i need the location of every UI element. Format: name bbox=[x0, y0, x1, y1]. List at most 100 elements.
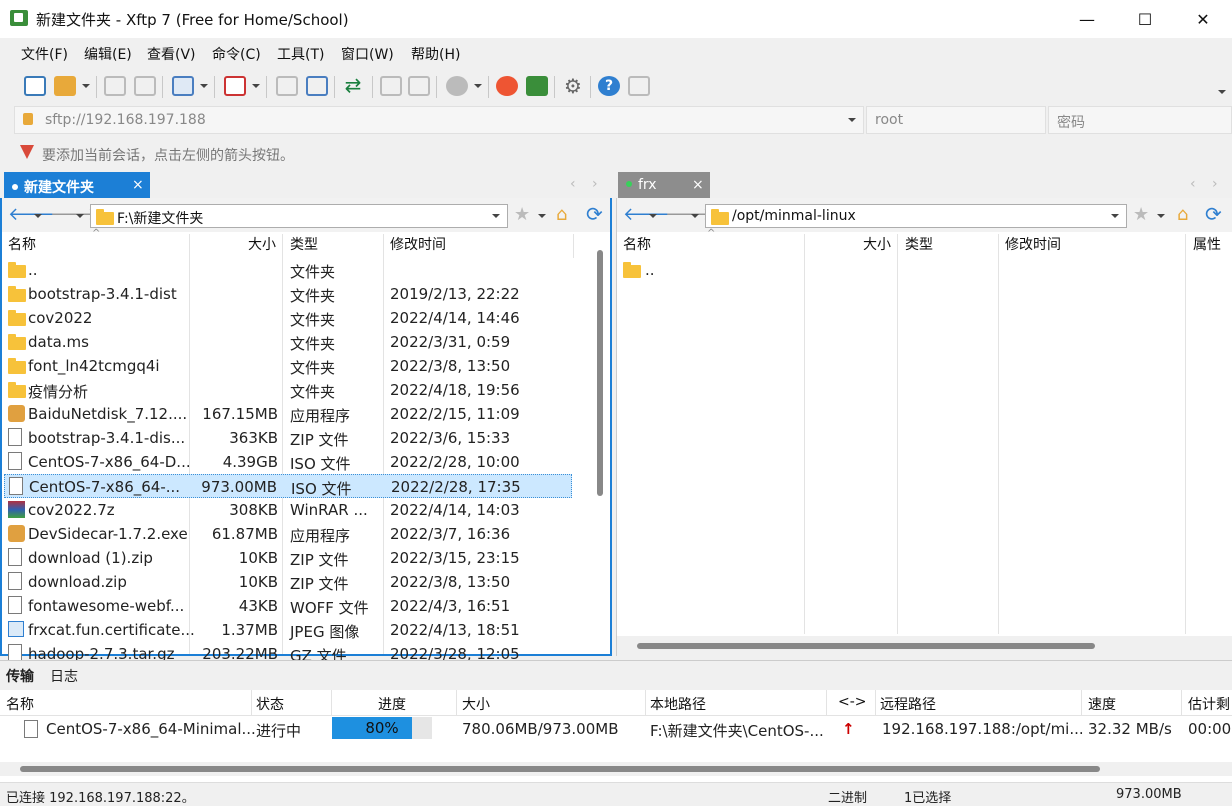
table-row[interactable]: DevSidecar-1.7.2.exe 61.87MB 应用程序 2022/3/7,… bbox=[4, 522, 572, 546]
maximize-button[interactable]: ☐ bbox=[1116, 0, 1174, 38]
menu-file[interactable]: 文件(F) bbox=[21, 44, 68, 64]
table-row[interactable]: cov2022.7z 308KB WinRAR ... 2022/4/14, 14:0… bbox=[4, 498, 572, 522]
col-status[interactable]: 状态 bbox=[256, 694, 284, 714]
scroll-thumb[interactable] bbox=[637, 643, 1095, 649]
terminal-icon[interactable] bbox=[224, 76, 246, 96]
minimize-button[interactable]: — bbox=[1058, 0, 1116, 38]
table-row[interactable]: data.ms 文件夹 2022/3/31, 0:59 bbox=[4, 330, 572, 354]
star-icon[interactable]: ★ bbox=[1133, 204, 1149, 225]
transfer-icon[interactable] bbox=[306, 76, 328, 96]
col-direction[interactable]: <-> bbox=[838, 694, 867, 710]
tab-close-icon[interactable]: × bbox=[692, 177, 704, 193]
col-size[interactable]: 大小 bbox=[248, 234, 276, 258]
menu-edit[interactable]: 编辑(E) bbox=[84, 44, 132, 64]
col-size[interactable]: 大小 bbox=[462, 694, 490, 714]
tab-prev-icon[interactable]: ‹ bbox=[570, 176, 576, 192]
table-row[interactable]: bootstrap-3.4.1-dist 文件夹 2019/2/13, 22:22 bbox=[4, 282, 572, 306]
close-button[interactable]: ✕ bbox=[1174, 0, 1232, 38]
chevron-down-icon[interactable] bbox=[474, 84, 482, 88]
xshell-icon[interactable] bbox=[496, 76, 518, 96]
local-path-input[interactable]: F:\新建文件夹 bbox=[90, 204, 508, 228]
chevron-down-icon[interactable] bbox=[252, 84, 260, 88]
disconnect-icon[interactable] bbox=[134, 76, 156, 96]
sync-arrows-icon[interactable]: ⇄ bbox=[342, 75, 364, 96]
xftp-icon[interactable] bbox=[526, 76, 548, 96]
paste-icon[interactable] bbox=[408, 76, 430, 96]
chevron-down-icon[interactable] bbox=[200, 84, 208, 88]
chevron-down-icon[interactable] bbox=[538, 214, 546, 218]
new-file-icon[interactable] bbox=[276, 76, 298, 96]
home-icon[interactable]: ⌂ bbox=[556, 204, 567, 225]
table-row[interactable]: frxcat.fun.certificate... 1.37MB JPEG 图像 20… bbox=[4, 618, 572, 642]
table-row[interactable]: bootstrap-3.4.1-dis... 363KB ZIP 文件 2022/3/… bbox=[4, 426, 572, 450]
scroll-thumb[interactable] bbox=[20, 766, 1100, 772]
home-icon[interactable]: ⌂ bbox=[1177, 204, 1188, 225]
col-modified[interactable]: 修改时间 bbox=[390, 234, 446, 258]
remote-path-input[interactable]: /opt/minmal-linux bbox=[705, 204, 1127, 228]
bookmark-arrow-icon[interactable] bbox=[20, 145, 34, 159]
tab-next-icon[interactable]: › bbox=[1212, 176, 1218, 192]
list-item[interactable]: .. bbox=[619, 258, 799, 282]
chevron-down-icon[interactable] bbox=[82, 84, 90, 88]
transfer-hscrollbar[interactable] bbox=[0, 762, 1232, 776]
globe-icon[interactable] bbox=[446, 76, 468, 96]
local-scrollbar[interactable] bbox=[592, 234, 608, 654]
col-speed[interactable]: 速度 bbox=[1088, 694, 1116, 714]
gear-icon[interactable]: ⚙ bbox=[562, 76, 584, 96]
table-row[interactable]: 疫情分析 文件夹 2022/4/18, 19:56 bbox=[4, 378, 572, 402]
menu-command[interactable]: 命令(C) bbox=[212, 44, 261, 64]
chevron-down-icon[interactable] bbox=[649, 214, 657, 218]
host-input[interactable]: sftp://192.168.197.188 bbox=[14, 106, 864, 134]
copy-icon[interactable] bbox=[380, 76, 402, 96]
chevron-down-icon[interactable] bbox=[691, 214, 699, 218]
menu-tools[interactable]: 工具(T) bbox=[277, 44, 324, 64]
chevron-down-icon[interactable] bbox=[1157, 214, 1165, 218]
col-eta[interactable]: 估计剩 bbox=[1188, 694, 1230, 714]
tab-local[interactable]: 新建文件夹 × bbox=[4, 172, 150, 199]
menu-help[interactable]: 帮助(H) bbox=[411, 44, 460, 64]
chevron-down-icon[interactable] bbox=[492, 214, 500, 218]
chevron-down-icon[interactable] bbox=[34, 214, 42, 218]
table-row[interactable]: .. 文件夹 bbox=[4, 258, 572, 282]
table-row[interactable]: download (1).zip 10KB ZIP 文件 2022/3/15, 23:… bbox=[4, 546, 572, 570]
refresh-icon[interactable]: ⟳ bbox=[586, 202, 603, 226]
col-type[interactable]: 类型 bbox=[290, 234, 318, 258]
table-row[interactable]: CentOS-7-x86_64-D... 4.39GB ISO 文件 2022/2/2… bbox=[4, 450, 572, 474]
col-progress[interactable]: 进度 bbox=[378, 694, 406, 714]
tab-close-icon[interactable]: × bbox=[132, 177, 144, 193]
chevron-down-icon[interactable] bbox=[76, 214, 84, 218]
table-row[interactable]: BaiduNetdisk_7.12.... 167.15MB 应用程序 2022/2/… bbox=[4, 402, 572, 426]
tab-prev-icon[interactable]: ‹ bbox=[1190, 176, 1196, 192]
open-folder-icon[interactable] bbox=[54, 76, 76, 96]
col-name[interactable]: 名称 bbox=[6, 694, 34, 714]
tab-log[interactable]: 日志 bbox=[50, 666, 78, 686]
password-input[interactable]: 密码 bbox=[1048, 106, 1232, 134]
table-row[interactable]: cov2022 文件夹 2022/4/14, 14:46 bbox=[4, 306, 572, 330]
username-input[interactable]: root bbox=[866, 106, 1046, 134]
col-modified[interactable]: 修改时间 bbox=[1005, 234, 1061, 258]
help-icon[interactable]: ? bbox=[598, 76, 620, 96]
col-local-path[interactable]: 本地路径 bbox=[650, 694, 706, 714]
chevron-down-icon[interactable] bbox=[1218, 90, 1226, 94]
col-attributes[interactable]: 属性 bbox=[1193, 234, 1221, 258]
tab-next-icon[interactable]: › bbox=[592, 176, 598, 192]
tab-transfer[interactable]: 传输 bbox=[6, 666, 34, 686]
refresh-icon[interactable]: ⟳ bbox=[1205, 202, 1222, 226]
properties-icon[interactable] bbox=[172, 76, 194, 96]
chevron-down-icon[interactable] bbox=[848, 118, 856, 122]
star-icon[interactable]: ★ bbox=[514, 204, 530, 225]
tab-remote[interactable]: frx × bbox=[618, 172, 710, 199]
remote-hscrollbar[interactable] bbox=[617, 636, 1232, 656]
col-size[interactable]: 大小 bbox=[863, 234, 891, 258]
chat-icon[interactable] bbox=[628, 76, 650, 96]
col-remote-path[interactable]: 远程路径 bbox=[880, 694, 936, 714]
col-type[interactable]: 类型 bbox=[905, 234, 933, 258]
table-row[interactable]: fontawesome-webf... 43KB WOFF 文件 2022/4/3, … bbox=[4, 594, 572, 618]
table-row[interactable]: CentOS-7-x86_64-... 973.00MB ISO 文件 2022/2/… bbox=[4, 474, 572, 498]
table-row[interactable]: download.zip 10KB ZIP 文件 2022/3/8, 13:50 bbox=[4, 570, 572, 594]
col-name[interactable]: 名称 bbox=[623, 234, 651, 258]
connect-icon[interactable] bbox=[104, 76, 126, 96]
scroll-thumb[interactable] bbox=[597, 250, 603, 496]
table-row[interactable]: font_ln42tcmgq4i 文件夹 2022/3/8, 13:50 bbox=[4, 354, 572, 378]
new-session-icon[interactable] bbox=[24, 76, 46, 96]
